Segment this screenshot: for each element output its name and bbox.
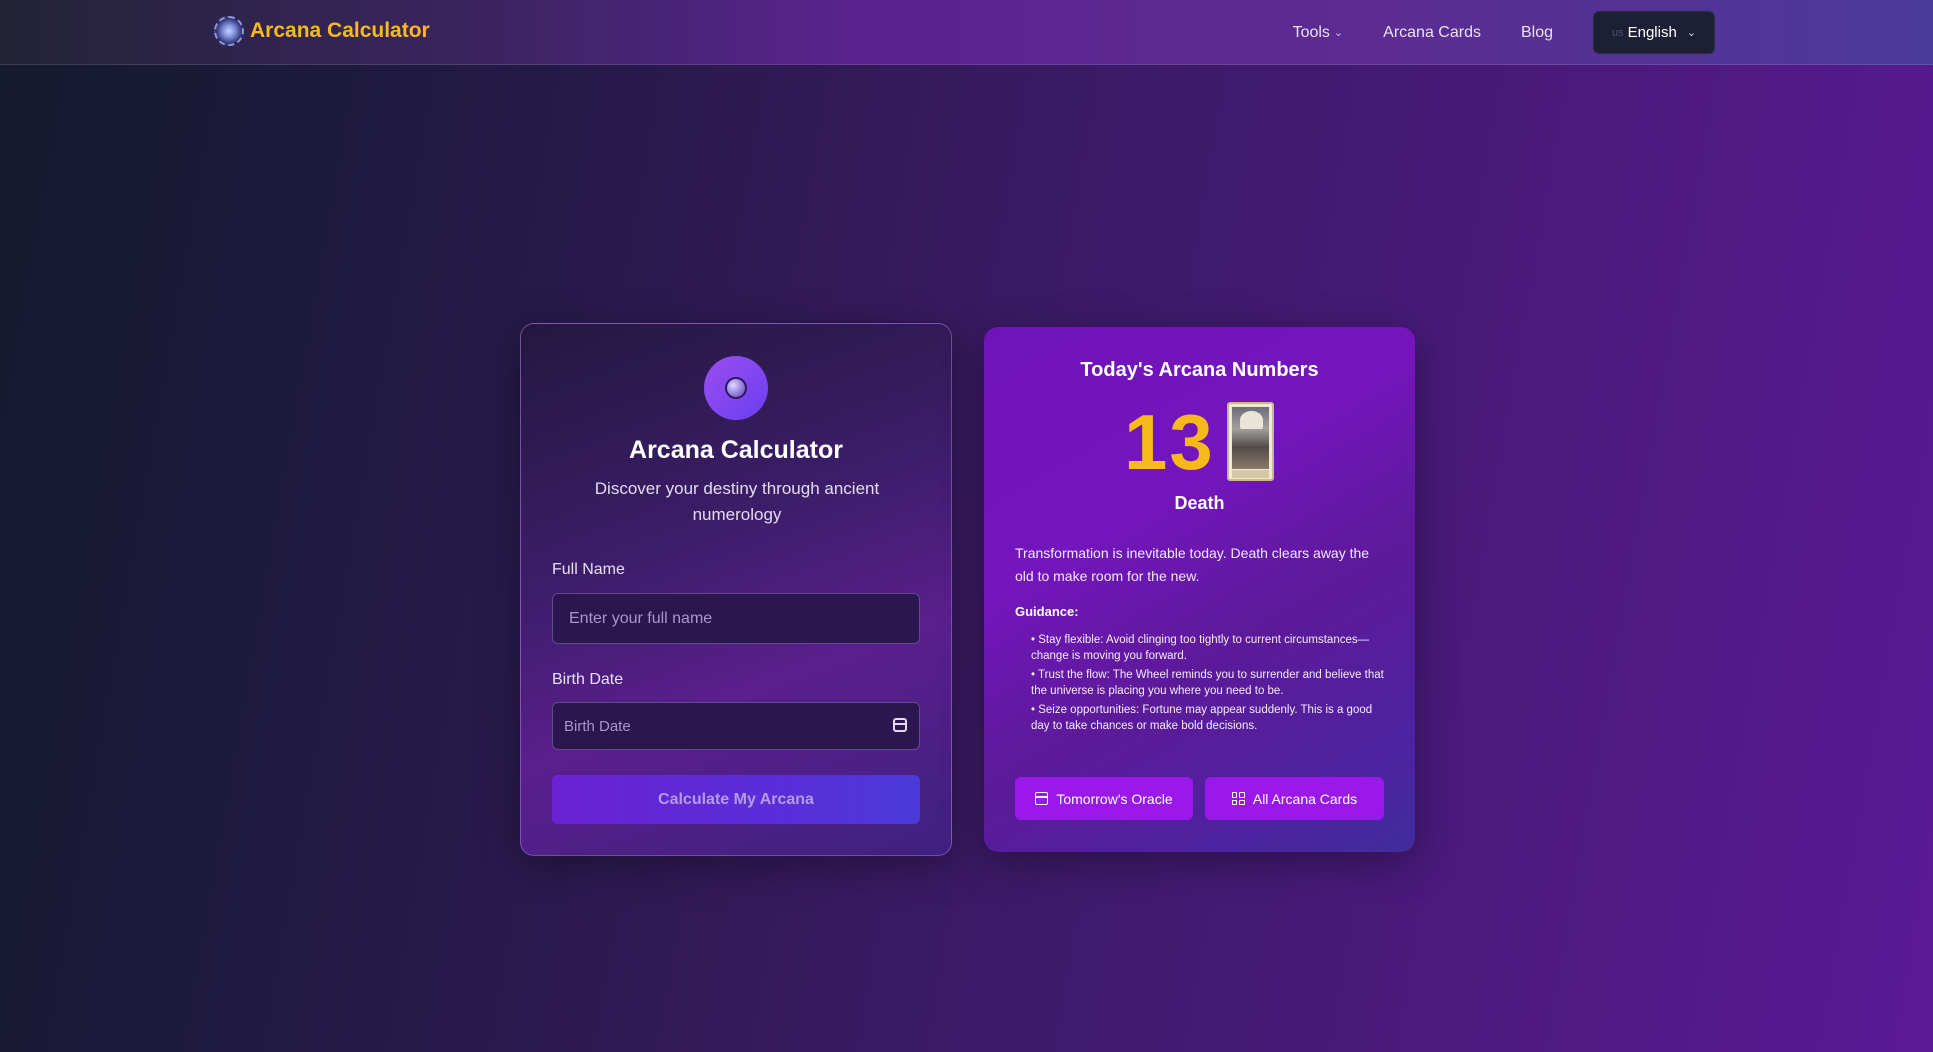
crystal-ball-icon <box>704 356 768 420</box>
all-arcana-cards-button[interactable]: All Arcana Cards <box>1205 777 1384 820</box>
today-title: Today's Arcana Numbers <box>1080 359 1319 381</box>
flag-icon: us <box>1611 26 1624 39</box>
chevron-down-icon: ⌄ <box>1686 27 1697 39</box>
list-item: • Seize opportunities: Fortune may appea… <box>1031 704 1373 732</box>
calculator-subtitle: Discover your destiny through ancient nu… <box>594 479 880 524</box>
language-selector[interactable]: us English ⌄ <box>1593 11 1715 54</box>
calculate-button[interactable]: Calculate My Arcana <box>552 775 920 824</box>
list-item: • Trust the flow: The Wheel reminds you … <box>1031 669 1384 697</box>
arcana-card-name: Death <box>1174 493 1225 513</box>
chevron-down-icon: ⌄ <box>1333 27 1344 39</box>
full-name-label: Full Name <box>552 561 625 578</box>
birth-date-input[interactable]: Birth Date <box>552 702 920 750</box>
logo-link[interactable]: Arcana Calculator <box>214 16 430 46</box>
all-arcana-cards-label: All Arcana Cards <box>1252 790 1358 807</box>
guidance-list: • Stay flexible: Avoid clinging too tigh… <box>1031 632 1391 737</box>
tomorrow-oracle-button[interactable]: Tomorrow's Oracle <box>1015 777 1193 820</box>
guidance-label: Guidance: <box>1015 604 1079 619</box>
calendar-icon <box>1035 792 1049 805</box>
nav-blog[interactable]: Blog <box>1521 24 1553 42</box>
full-name-input[interactable]: Enter your full name <box>552 593 920 644</box>
arcana-description: Transformation is inevitable today. Deat… <box>1015 545 1370 584</box>
full-name-placeholder: Enter your full name <box>569 609 713 627</box>
language-label: English <box>1627 24 1677 41</box>
arcana-number: 13 <box>1124 398 1215 486</box>
logo-text: Arcana Calculator <box>250 19 430 42</box>
death-tarot-card-image <box>1227 402 1274 481</box>
nav-arcana-cards[interactable]: Arcana Cards <box>1383 24 1481 42</box>
birth-date-label: Birth Date <box>552 671 624 688</box>
list-item: • Stay flexible: Avoid clinging too tigh… <box>1031 634 1370 662</box>
nav-tools[interactable]: Tools ⌄ <box>1293 24 1344 42</box>
birth-date-placeholder: Birth Date <box>564 717 631 735</box>
calendar-icon[interactable] <box>893 718 907 732</box>
today-arcana-card: Today's Arcana Numbers 13 Death Transfor… <box>984 327 1415 852</box>
nav-tools-label: Tools <box>1292 23 1330 41</box>
site-header: Arcana Calculator Tools ⌄ Arcana Cards B… <box>0 0 1933 65</box>
main-nav: Tools ⌄ Arcana Cards Blog us English ⌄ <box>1293 0 1715 65</box>
logo-icon <box>214 16 244 46</box>
tomorrow-oracle-label: Tomorrow's Oracle <box>1056 790 1173 807</box>
calculator-title: Arcana Calculator <box>629 436 843 464</box>
calculator-card: Arcana Calculator Discover your destiny … <box>520 323 952 856</box>
grid-icon <box>1231 792 1245 805</box>
